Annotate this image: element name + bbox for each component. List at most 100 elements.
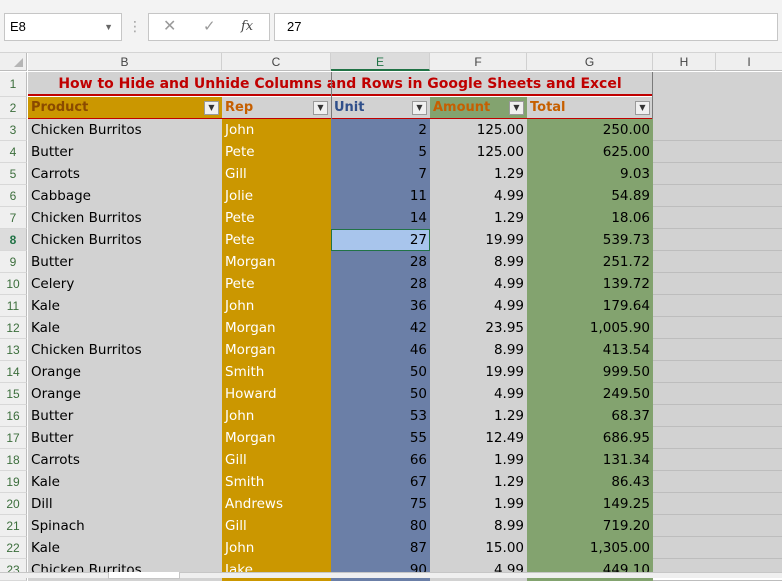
cell-rep[interactable]: John bbox=[222, 119, 331, 141]
cell-amount[interactable]: 4.99 bbox=[430, 185, 527, 207]
column-header-c[interactable]: C bbox=[222, 53, 331, 71]
cell-amount[interactable]: 8.99 bbox=[430, 251, 527, 273]
cell-rep[interactable]: John bbox=[222, 295, 331, 317]
cell-total[interactable]: 179.64 bbox=[527, 295, 653, 317]
row-header-2[interactable]: 2 bbox=[0, 97, 27, 119]
cell-product[interactable]: Cabbage bbox=[28, 185, 222, 207]
cell-amount[interactable]: 15.00 bbox=[430, 537, 527, 559]
enter-icon[interactable]: ✓ bbox=[203, 14, 216, 40]
cell-amount[interactable]: 4.99 bbox=[430, 295, 527, 317]
cell-unit[interactable]: 87 bbox=[331, 537, 430, 559]
cell-rep[interactable]: John bbox=[222, 537, 331, 559]
cancel-icon[interactable]: ✕ bbox=[163, 14, 176, 40]
cell-rep[interactable]: Pete bbox=[222, 229, 331, 251]
cell-product[interactable]: Carrots bbox=[28, 163, 222, 185]
row-header[interactable]: 6 bbox=[0, 185, 27, 207]
cell-amount[interactable]: 1.99 bbox=[430, 493, 527, 515]
row-header[interactable]: 15 bbox=[0, 383, 27, 405]
column-header-f[interactable]: F bbox=[430, 53, 527, 71]
cell-product[interactable]: Chicken Burritos bbox=[28, 207, 222, 229]
chevron-down-icon[interactable]: ▼ bbox=[104, 14, 113, 40]
cell-rep[interactable]: Gill bbox=[222, 449, 331, 471]
cell-total[interactable]: 249.50 bbox=[527, 383, 653, 405]
cell-unit[interactable]: 50 bbox=[331, 361, 430, 383]
cell-product[interactable]: Chicken Burritos bbox=[28, 229, 222, 251]
cell-total[interactable]: 719.20 bbox=[527, 515, 653, 537]
cell-product[interactable]: Orange bbox=[28, 361, 222, 383]
name-box[interactable]: E8 ▼ bbox=[4, 13, 122, 41]
row-header[interactable]: 20 bbox=[0, 493, 27, 515]
cell-total[interactable]: 251.72 bbox=[527, 251, 653, 273]
cell-total[interactable]: 68.37 bbox=[527, 405, 653, 427]
cell-rep[interactable]: Pete bbox=[222, 273, 331, 295]
cell-rep[interactable]: Pete bbox=[222, 207, 331, 229]
cell-amount[interactable]: 19.99 bbox=[430, 229, 527, 251]
cell-unit[interactable]: 46 bbox=[331, 339, 430, 361]
cell-product[interactable]: Kale bbox=[28, 537, 222, 559]
row-header[interactable]: 3 bbox=[0, 119, 27, 141]
cell-total[interactable]: 54.89 bbox=[527, 185, 653, 207]
cell-amount[interactable]: 1.29 bbox=[430, 163, 527, 185]
cell-product[interactable]: Kale bbox=[28, 471, 222, 493]
cell-amount[interactable]: 4.99 bbox=[430, 273, 527, 295]
cell-rep[interactable]: Howard bbox=[222, 383, 331, 405]
cell-product[interactable]: Butter bbox=[28, 141, 222, 163]
cell-unit[interactable]: 67 bbox=[331, 471, 430, 493]
cell-product[interactable]: Orange bbox=[28, 383, 222, 405]
cell-unit[interactable]: 11 bbox=[331, 185, 430, 207]
row-header[interactable]: 22 bbox=[0, 537, 27, 559]
column-header-i[interactable]: I bbox=[716, 53, 782, 71]
cell-rep[interactable]: John bbox=[222, 405, 331, 427]
cell-product[interactable]: Carrots bbox=[28, 449, 222, 471]
row-header[interactable]: 5 bbox=[0, 163, 27, 185]
cell-total[interactable]: 625.00 bbox=[527, 141, 653, 163]
cell-total[interactable]: 131.34 bbox=[527, 449, 653, 471]
cell-total[interactable]: 999.50 bbox=[527, 361, 653, 383]
cell-rep[interactable]: Morgan bbox=[222, 251, 331, 273]
cell-product[interactable]: Butter bbox=[28, 405, 222, 427]
cell-unit[interactable]: 7 bbox=[331, 163, 430, 185]
cell-unit[interactable]: 42 bbox=[331, 317, 430, 339]
filter-dropdown-icon[interactable]: ▼ bbox=[313, 101, 328, 115]
cell-unit[interactable]: 75 bbox=[331, 493, 430, 515]
cell-amount[interactable]: 1.99 bbox=[430, 449, 527, 471]
cell-unit[interactable]: 14 bbox=[331, 207, 430, 229]
more-options-icon[interactable]: ⋮ bbox=[127, 13, 143, 41]
cell-rep[interactable]: Morgan bbox=[222, 339, 331, 361]
cell-total[interactable]: 139.72 bbox=[527, 273, 653, 295]
cell-rep[interactable]: Morgan bbox=[222, 427, 331, 449]
row-header[interactable]: 14 bbox=[0, 361, 27, 383]
cell-product[interactable]: Dill bbox=[28, 493, 222, 515]
cell-rep[interactable]: Morgan bbox=[222, 317, 331, 339]
cell-total[interactable]: 149.25 bbox=[527, 493, 653, 515]
column-header-g[interactable]: G bbox=[527, 53, 653, 71]
cell-amount[interactable]: 23.95 bbox=[430, 317, 527, 339]
cell-unit[interactable]: 2 bbox=[331, 119, 430, 141]
cell-rep[interactable]: Jolie bbox=[222, 185, 331, 207]
filter-dropdown-icon[interactable]: ▼ bbox=[509, 101, 524, 115]
cell-total[interactable]: 9.03 bbox=[527, 163, 653, 185]
row-header-1[interactable]: 1 bbox=[0, 72, 27, 97]
cell-unit[interactable]: 36 bbox=[331, 295, 430, 317]
cell-total[interactable]: 1,305.00 bbox=[527, 537, 653, 559]
cell-unit[interactable]: 50 bbox=[331, 383, 430, 405]
cell-amount[interactable]: 8.99 bbox=[430, 339, 527, 361]
selected-cell-e8[interactable]: 27 bbox=[331, 229, 430, 251]
row-header[interactable]: 8 bbox=[0, 229, 27, 251]
cell-product[interactable]: Chicken Burritos bbox=[28, 119, 222, 141]
cell-rep[interactable]: Gill bbox=[222, 515, 331, 537]
cell-amount[interactable]: 8.99 bbox=[430, 515, 527, 537]
cell-unit[interactable]: 66 bbox=[331, 449, 430, 471]
cell-total[interactable]: 1,005.90 bbox=[527, 317, 653, 339]
cell-rep[interactable]: Pete bbox=[222, 141, 331, 163]
cell-total[interactable]: 18.06 bbox=[527, 207, 653, 229]
cell-rep[interactable]: Gill bbox=[222, 163, 331, 185]
cell-total[interactable]: 539.73 bbox=[527, 229, 653, 251]
cell-amount[interactable]: 1.29 bbox=[430, 207, 527, 229]
cell-amount[interactable]: 19.99 bbox=[430, 361, 527, 383]
cell-amount[interactable]: 125.00 bbox=[430, 119, 527, 141]
cell-amount[interactable]: 1.29 bbox=[430, 405, 527, 427]
cell-unit[interactable]: 55 bbox=[331, 427, 430, 449]
cell-total[interactable]: 86.43 bbox=[527, 471, 653, 493]
row-header[interactable]: 12 bbox=[0, 317, 27, 339]
